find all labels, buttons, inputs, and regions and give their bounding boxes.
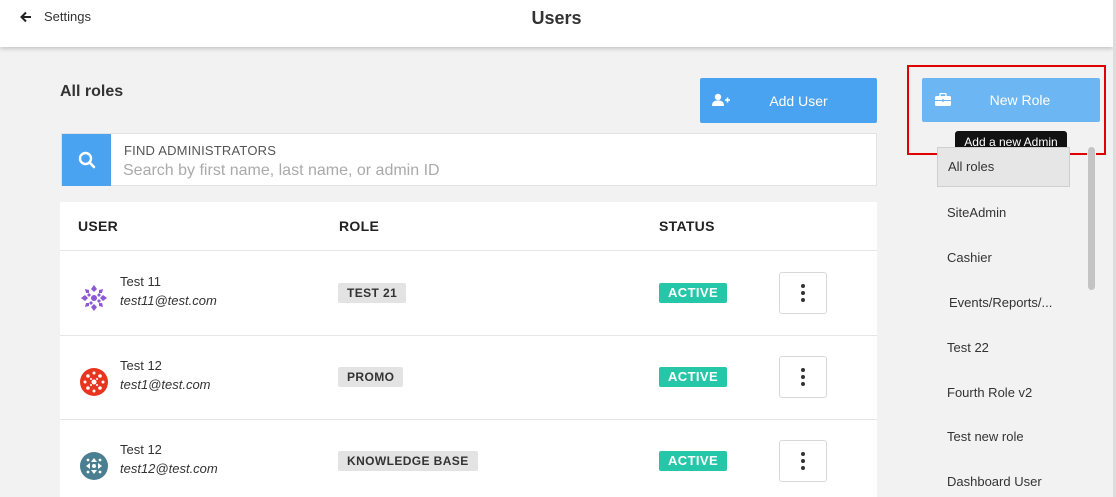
user-name: Test 11 <box>120 274 161 289</box>
role-item-test-new-role[interactable]: Test new role <box>947 429 1024 444</box>
teal-pattern-avatar-icon <box>80 452 108 480</box>
kebab-dot <box>801 368 805 372</box>
search-box: FIND ADMINISTRATORS <box>61 133 877 186</box>
page-title: Users <box>531 8 582 28</box>
kebab-dot <box>801 291 805 295</box>
row-actions-button[interactable] <box>779 272 827 314</box>
role-item-test-22[interactable]: Test 22 <box>947 340 989 355</box>
role-item-cashier[interactable]: Cashier <box>947 250 992 265</box>
role-tag: KNOWLEDGE BASE <box>338 451 478 471</box>
table-row[interactable]: Test 12 test12@test.com KNOWLEDGE BASE A… <box>60 420 877 497</box>
row-actions-button[interactable] <box>779 440 827 482</box>
users-table: USER ROLE STATUS Test 11 test11@test.com… <box>60 202 877 497</box>
role-item-fourth-role-v2[interactable]: Fourth Role v2 <box>947 385 1032 400</box>
status-badge: ACTIVE <box>659 283 728 303</box>
user-email: test1@test.com <box>120 377 211 392</box>
role-item-siteadmin[interactable]: SiteAdmin <box>947 205 1006 220</box>
kebab-dot <box>801 375 805 379</box>
section-title: All roles <box>60 83 124 100</box>
kebab-dot <box>801 452 805 456</box>
search-button[interactable] <box>62 134 111 186</box>
column-header-status: STATUS <box>659 218 715 234</box>
search-icon <box>78 151 95 169</box>
kebab-dot <box>801 284 805 288</box>
user-email: test12@test.com <box>120 461 218 476</box>
kebab-dot <box>801 466 805 470</box>
role-item-all-roles[interactable]: All roles <box>937 147 1070 187</box>
status-badge: ACTIVE <box>659 367 728 387</box>
status-badge: ACTIVE <box>659 451 728 471</box>
user-name: Test 12 <box>120 442 162 457</box>
add-user-icon <box>712 93 730 106</box>
row-actions-button[interactable] <box>779 356 827 398</box>
table-row[interactable]: Test 11 test11@test.com TEST 21 ACTIVE <box>60 252 877 336</box>
scrollbar-thumb[interactable] <box>1088 147 1095 290</box>
table-header: USER ROLE STATUS <box>60 202 877 251</box>
add-user-button[interactable]: Add User <box>700 78 877 123</box>
column-header-role: ROLE <box>339 218 380 234</box>
top-bar: Settings Users <box>0 0 1113 47</box>
role-item-events-reports[interactable]: Events/Reports/... <box>949 295 1052 310</box>
role-item-dashboard-user[interactable]: Dashboard User <box>947 474 1042 489</box>
column-header-user: USER <box>78 218 119 234</box>
kebab-dot <box>801 382 805 386</box>
kebab-dot <box>801 298 805 302</box>
role-tag: PROMO <box>338 367 404 387</box>
kebab-dot <box>801 459 805 463</box>
red-pattern-avatar-icon <box>80 368 108 396</box>
roles-scrollbar[interactable] <box>1087 147 1096 497</box>
user-email: test11@test.com <box>120 293 217 308</box>
search-label: FIND ADMINISTRATORS <box>124 143 277 158</box>
search-input[interactable] <box>123 161 863 181</box>
purple-pattern-avatar-icon <box>81 285 107 311</box>
user-name: Test 12 <box>120 358 162 373</box>
table-row[interactable]: Test 12 test1@test.com PROMO ACTIVE <box>60 336 877 420</box>
role-tag: TEST 21 <box>338 283 407 303</box>
